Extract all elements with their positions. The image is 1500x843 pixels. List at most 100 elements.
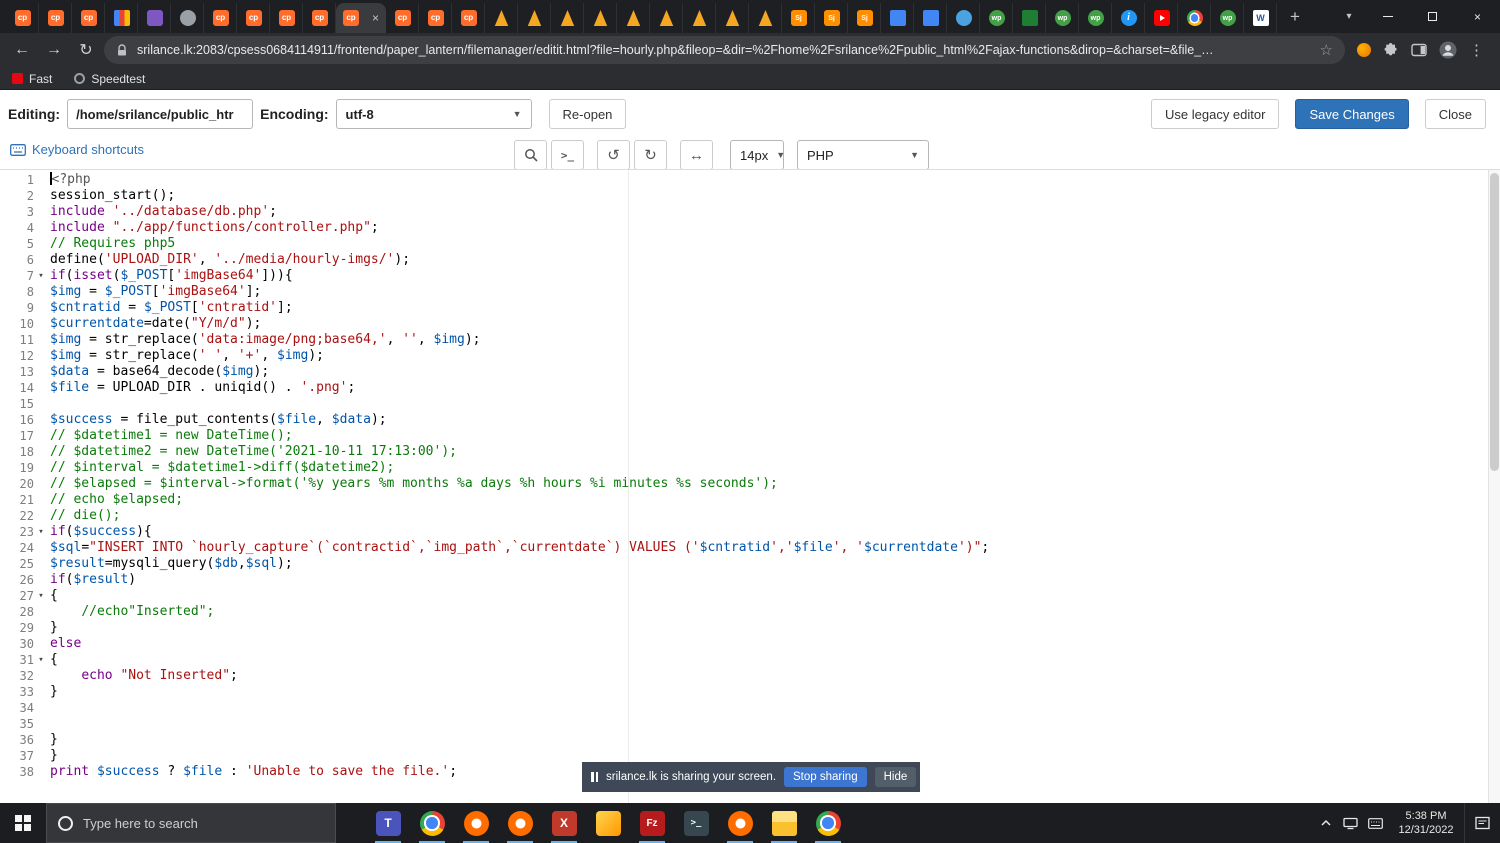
browser-tab[interactable]: cp <box>452 3 485 33</box>
browser-tab[interactable]: cp <box>6 3 39 33</box>
code-line[interactable]: 4include "../app/functions/controller.ph… <box>0 220 1487 236</box>
encoding-select[interactable]: utf-8 ▼ <box>336 99 532 129</box>
forward-button[interactable]: → <box>40 36 68 64</box>
browser-tab[interactable]: cp <box>419 3 452 33</box>
start-button[interactable] <box>0 803 46 843</box>
address-bar[interactable]: srilance.lk:2083/cpsess0684114911/fronte… <box>104 36 1345 64</box>
side-panel-icon[interactable] <box>1411 42 1427 58</box>
window-minimize-button[interactable] <box>1365 0 1410 33</box>
extensions-puzzle-icon[interactable] <box>1383 42 1399 58</box>
url-text[interactable]: srilance.lk:2083/cpsess0684114911/fronte… <box>137 43 1311 57</box>
browser-tab[interactable]: i <box>1112 3 1145 33</box>
code-line[interactable]: 19// $interval = $datetime1->diff($datet… <box>0 460 1487 476</box>
action-center-button[interactable] <box>1464 803 1500 843</box>
browser-tab[interactable] <box>171 3 204 33</box>
browser-tab[interactable]: wp <box>1046 3 1079 33</box>
browser-tab[interactable]: wp <box>1079 3 1112 33</box>
code-line[interactable]: 6define('UPLOAD_DIR', '../media/hourly-i… <box>0 252 1487 268</box>
file-explorer-taskbar-button[interactable] <box>762 803 806 843</box>
browser-tab[interactable]: Sj <box>848 3 881 33</box>
code-line[interactable]: 8$img = $_POST['imgBase64']; <box>0 284 1487 300</box>
code-line[interactable]: 18// $datetime2 = new DateTime('2021-10-… <box>0 444 1487 460</box>
code-line[interactable]: 10$currentdate=date("Y/m/d"); <box>0 316 1487 332</box>
code-line[interactable]: 31▾{ <box>0 652 1487 668</box>
window-close-button[interactable]: × <box>1455 0 1500 33</box>
code-line[interactable]: 1<?php <box>0 172 1487 188</box>
syntax-select[interactable]: PHP ▼ <box>797 140 929 170</box>
code-line[interactable]: 15 <box>0 396 1487 412</box>
browser-tab[interactable]: Sj <box>782 3 815 33</box>
browser-tab[interactable] <box>947 3 980 33</box>
chrome-2-taskbar-button[interactable] <box>806 803 850 843</box>
use-legacy-editor-button[interactable]: Use legacy editor <box>1151 99 1279 129</box>
save-changes-button[interactable]: Save Changes <box>1295 99 1408 129</box>
code-line[interactable]: 30else <box>0 636 1487 652</box>
browser-tab[interactable] <box>1013 3 1046 33</box>
toggle-width-button[interactable]: ↔ <box>680 140 713 170</box>
profile-avatar[interactable] <box>1439 41 1457 59</box>
undo-button[interactable]: ↺ <box>597 140 630 170</box>
search-button[interactable] <box>514 140 547 170</box>
terminal-app-taskbar-button[interactable]: >_ <box>674 803 718 843</box>
browser-tab[interactable]: cp <box>270 3 303 33</box>
browser-tab[interactable] <box>105 3 138 33</box>
taskbar-search[interactable]: Type here to search <box>46 803 336 843</box>
code-line[interactable]: 29} <box>0 620 1487 636</box>
browser-tab[interactable]: cp <box>72 3 105 33</box>
touch-keyboard-button[interactable] <box>1363 803 1388 843</box>
fold-arrow-icon[interactable]: ▾ <box>34 588 48 604</box>
tab-close-icon[interactable]: × <box>372 12 379 24</box>
red-x-app-taskbar-button[interactable]: X <box>542 803 586 843</box>
tray-expand-button[interactable] <box>1313 803 1338 843</box>
redo-button[interactable]: ↻ <box>634 140 667 170</box>
code-line[interactable]: 20// $elapsed = $interval->format('%y ye… <box>0 476 1487 492</box>
code-line[interactable]: 23▾if($success){ <box>0 524 1487 540</box>
fold-arrow-icon[interactable]: ▾ <box>34 268 48 284</box>
browser-tab[interactable]: cp <box>303 3 336 33</box>
browser-tab[interactable] <box>683 3 716 33</box>
code-line[interactable]: 9$cntratid = $_POST['cntratid']; <box>0 300 1487 316</box>
browser-tab[interactable] <box>881 3 914 33</box>
code-line[interactable]: 12$img = str_replace(' ', '+', $img); <box>0 348 1487 364</box>
browser-menu-icon[interactable]: ⋮ <box>1469 41 1484 59</box>
browser-tab[interactable] <box>1145 3 1178 33</box>
yellow-app-taskbar-button[interactable] <box>586 803 630 843</box>
code-line[interactable]: 34 <box>0 700 1487 716</box>
code-line[interactable]: 17// $datetime1 = new DateTime(); <box>0 428 1487 444</box>
window-maximize-button[interactable] <box>1410 0 1455 33</box>
code-line[interactable]: 3include '../database/db.php'; <box>0 204 1487 220</box>
bookmark-speedtest[interactable]: Speedtest <box>74 72 145 86</box>
code-line[interactable]: 7▾if(isset($_POST['imgBase64'])){ <box>0 268 1487 284</box>
editor-scrollbar[interactable] <box>1488 170 1500 803</box>
new-tab-button[interactable]: + <box>1281 3 1309 31</box>
code-line[interactable]: 32 echo "Not Inserted"; <box>0 668 1487 684</box>
browser-tab[interactable] <box>138 3 171 33</box>
browser-tab[interactable]: W <box>1244 3 1277 33</box>
code-line[interactable]: 16$success = file_put_contents($file, $d… <box>0 412 1487 428</box>
hide-sharing-bar-button[interactable]: Hide <box>875 767 917 787</box>
browser-tab[interactable] <box>914 3 947 33</box>
terminal-button[interactable]: >_ <box>551 140 584 170</box>
reopen-button[interactable]: Re-open <box>549 99 627 129</box>
code-line[interactable]: 36} <box>0 732 1487 748</box>
code-line[interactable]: 14$file = UPLOAD_DIR . uniqid() . '.png'… <box>0 380 1487 396</box>
code-line[interactable]: 13$data = base64_decode($img); <box>0 364 1487 380</box>
browser-tab[interactable]: Sj <box>815 3 848 33</box>
code-line[interactable]: 27▾{ <box>0 588 1487 604</box>
browser-tab[interactable] <box>551 3 584 33</box>
orange-browser-2-taskbar-button[interactable] <box>498 803 542 843</box>
close-button[interactable]: Close <box>1425 99 1486 129</box>
browser-tab[interactable] <box>1178 3 1211 33</box>
bookmark-star-icon[interactable]: ☆ <box>1320 41 1333 59</box>
browser-tab[interactable]: cp <box>204 3 237 33</box>
filezilla-taskbar-button[interactable]: Fz <box>630 803 674 843</box>
code-line[interactable]: 33} <box>0 684 1487 700</box>
browser-tab[interactable] <box>716 3 749 33</box>
fold-arrow-icon[interactable]: ▾ <box>34 652 48 668</box>
code-editor[interactable]: 1<?php2session_start();3include '../data… <box>0 169 1500 803</box>
code-line[interactable]: 35 <box>0 716 1487 732</box>
code-line[interactable]: 5// Requires php5 <box>0 236 1487 252</box>
orange-browser-3-taskbar-button[interactable] <box>718 803 762 843</box>
extension-orange-icon[interactable] <box>1357 43 1371 57</box>
browser-tab[interactable]: cp <box>386 3 419 33</box>
